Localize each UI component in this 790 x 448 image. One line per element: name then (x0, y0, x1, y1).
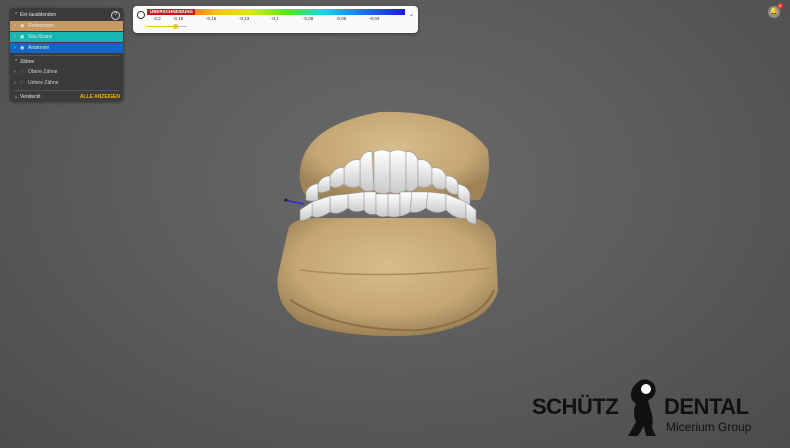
chevron-down-icon[interactable]: ⌄ (409, 11, 414, 18)
logo-word-2: DENTAL (664, 394, 749, 419)
scale-tick: -0,15 (206, 16, 217, 21)
layer-anatomie[interactable]: › ◉ Anatomie (10, 43, 123, 53)
notification-badge: 4 (777, 3, 783, 9)
scale-tick: -0,08 (303, 16, 314, 21)
eye-icon[interactable]: ◉ (20, 23, 28, 29)
gauge-icon[interactable] (137, 11, 145, 19)
hidden-header[interactable]: ⌄ Versteckt ALLE ANZEIGEN (10, 92, 123, 102)
layer-label: Situ-Scans (28, 34, 53, 40)
eye-icon[interactable]: ◉ (20, 34, 28, 40)
threshold-slider-handle[interactable] (172, 24, 178, 29)
eye-icon[interactable]: ◉ (20, 45, 28, 51)
layer-upper-teeth[interactable]: › ◌ Obere Zähne (10, 67, 123, 77)
help-icon[interactable]: ? (111, 11, 120, 20)
panel-header[interactable]: ⌃ Ein-/ausblenden ? (10, 10, 123, 20)
divider (14, 55, 119, 56)
logo-subtitle: Micerium Group (666, 420, 752, 434)
layer-label: Anatomie (28, 45, 50, 51)
divider (14, 90, 119, 91)
eye-off-icon[interactable]: ◌ (20, 80, 28, 86)
layer-label: Untere Zähne (28, 80, 59, 86)
scale-tick: -0,2 (153, 16, 161, 21)
eye-off-icon[interactable]: ◌ (20, 69, 28, 75)
threshold-slider-fill (147, 26, 175, 27)
scale-tick: -0,05 (336, 16, 347, 21)
scale-tick: -0,18 (173, 16, 184, 21)
scale-tick: -0,03 (369, 16, 380, 21)
teeth-header[interactable]: ⌃ Zähne (10, 57, 123, 67)
visibility-panel: ⌃ Ein-/ausblenden ? › ◉ Referenzen › ◉ S… (10, 8, 123, 101)
hidden-title: Versteckt (20, 94, 41, 100)
layer-label: Obere Zähne (28, 69, 58, 75)
layer-referenzen[interactable]: › ◉ Referenzen (10, 21, 123, 31)
logo-figure-icon (628, 379, 656, 436)
scale-tick: -0,13 (239, 16, 250, 21)
panel-title: Ein-/ausblenden (20, 12, 57, 18)
scale-title: ÜBERSCHNEIDUNG (148, 9, 196, 15)
dental-model-viewport[interactable] (260, 100, 520, 360)
layer-situ-scans[interactable]: › ◉ Situ-Scans (10, 32, 123, 42)
teeth-title: Zähne (20, 59, 35, 65)
intersection-scale: ÜBERSCHNEIDUNG -0,2 -0,18 -0,15 -0,13 -0… (133, 6, 418, 33)
schuetz-dental-logo: SCHÜTZ DENTAL Micerium Group (532, 378, 756, 438)
layer-lower-teeth[interactable]: › ◌ Untere Zähne (10, 78, 123, 88)
show-all-button[interactable]: ALLE ANZEIGEN (80, 94, 120, 100)
scale-tick: -0,1 (271, 16, 279, 21)
layer-label: Referenzen (28, 23, 54, 29)
logo-word-1: SCHÜTZ (532, 394, 619, 419)
